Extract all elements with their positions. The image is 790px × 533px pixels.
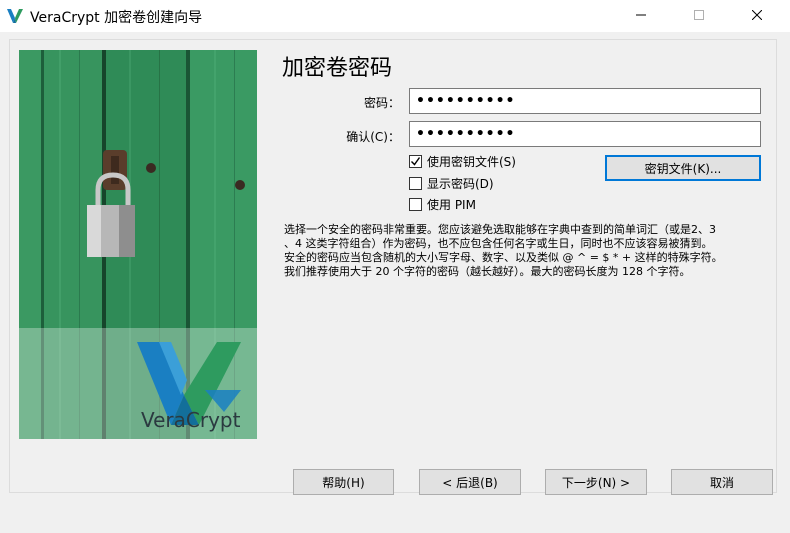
title-bar: VeraCrypt 加密卷创建向导 — [0, 0, 790, 33]
password-label: 密码： — [363, 96, 400, 110]
password-input[interactable]: •••••••••• — [409, 88, 761, 114]
advice-line: 我们推荐使用大于 20 个字符的密码（越长越好）。最大的密码长度为 128 个字… — [284, 265, 691, 278]
show-password-checkbox[interactable]: 显示密码(D) — [409, 175, 494, 191]
minimize-button[interactable] — [618, 0, 664, 32]
confirm-password-label: 确认(C)： — [346, 130, 400, 144]
cancel-button[interactable]: 取消 — [671, 469, 773, 495]
back-button[interactable]: < 后退(B) — [419, 469, 521, 495]
keyfiles-button[interactable]: 密钥文件(K)... — [605, 155, 761, 181]
maximize-button[interactable] — [676, 0, 722, 32]
use-pim-label: 使用 PIM — [427, 197, 476, 212]
checkbox-box[interactable] — [409, 197, 422, 211]
page-title: 加密卷密码 — [282, 56, 393, 81]
advice-line: 安全的密码应当包含随机的大小写字母、数字、以及类似 @ ^ = $ * + 这样… — [284, 251, 723, 264]
show-password-label: 显示密码(D) — [427, 176, 494, 191]
use-pim-checkbox[interactable]: 使用 PIM — [409, 196, 476, 212]
confirm-password-input[interactable]: •••••••••• — [409, 121, 761, 147]
checkmark-icon — [411, 156, 421, 166]
next-button[interactable]: 下一步(N) > — [545, 469, 647, 495]
help-button[interactable]: 帮助(H) — [293, 469, 394, 495]
window-title: VeraCrypt 加密卷创建向导 — [30, 10, 203, 26]
veracrypt-logo-text: VeraCrypt — [141, 408, 241, 432]
use-keyfiles-checkbox[interactable]: 使用密钥文件(S) — [409, 153, 516, 169]
minimize-icon — [636, 9, 646, 23]
wizard-side-image: VeraCrypt — [19, 50, 257, 439]
close-button[interactable] — [734, 0, 780, 32]
close-icon — [751, 9, 763, 23]
use-keyfiles-label: 使用密钥文件(S) — [427, 154, 516, 169]
checkbox-box[interactable] — [409, 176, 422, 190]
maximize-icon — [694, 9, 704, 23]
password-advice-text: 选择一个安全的密码非常重要。您应该避免选取能够在字典中查到的简单词汇（或是2、3… — [284, 223, 764, 279]
advice-line: 选择一个安全的密码非常重要。您应该避免选取能够在字典中查到的简单词汇（或是2、3 — [284, 223, 716, 236]
checkbox-box[interactable] — [409, 154, 422, 168]
advice-line: 、4 这类字符组合）作为密码，也不应包含任何名字或生日，同时也不应该容易被猜到。 — [284, 237, 713, 250]
veracrypt-app-icon — [7, 9, 23, 23]
